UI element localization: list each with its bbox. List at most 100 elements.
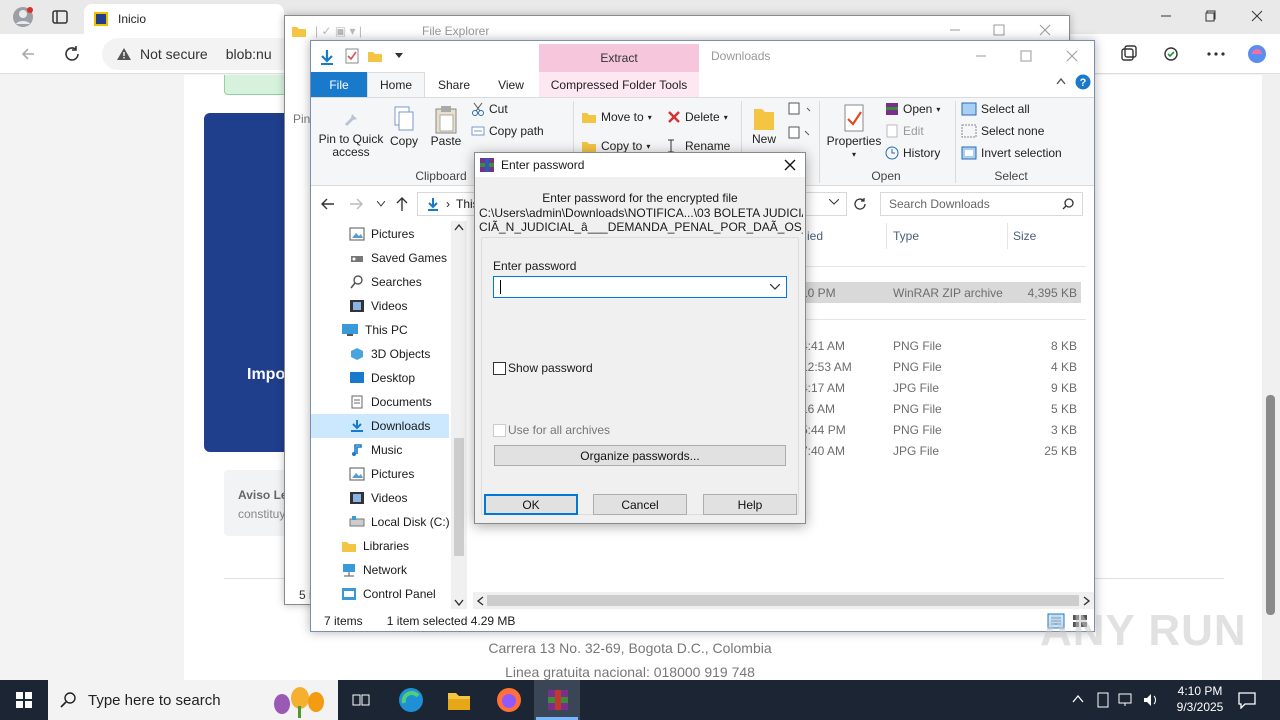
- edge-taskbar-icon[interactable]: [398, 687, 424, 713]
- address-bar[interactable]: Not secure blob:nu: [102, 38, 302, 70]
- minimize-icon[interactable]: [1160, 10, 1172, 22]
- file-row[interactable]: 16 AM PNG File 5 KB: [801, 398, 1081, 419]
- copy-to-button[interactable]: Copy to ▾: [581, 139, 650, 153]
- help-icon[interactable]: ?: [1075, 74, 1091, 90]
- explorer-minimize-icon[interactable]: [975, 50, 987, 62]
- tree-item-desktop[interactable]: Desktop: [349, 366, 466, 390]
- tree-item-videos[interactable]: Videos: [349, 294, 466, 318]
- show-password-checkbox[interactable]: Show password: [493, 361, 593, 375]
- tree-item-documents[interactable]: Documents: [349, 390, 466, 414]
- back-close-icon[interactable]: [1039, 24, 1051, 36]
- nav-up-icon[interactable]: [395, 196, 409, 212]
- copy-path-button[interactable]: Copy path: [471, 124, 544, 138]
- extensions-icon[interactable]: [1163, 45, 1183, 63]
- organize-passwords-button[interactable]: Organize passwords...: [494, 445, 786, 466]
- properties-button[interactable]: Properties ▾: [825, 103, 883, 161]
- task-view-icon[interactable]: [352, 692, 370, 708]
- list-scroll-thumb[interactable]: [487, 595, 1079, 606]
- paste-button[interactable]: Paste: [427, 105, 465, 148]
- tray-device-icon[interactable]: [1096, 692, 1110, 708]
- delete-button[interactable]: Delete ▾: [667, 110, 728, 124]
- scroll-left-icon[interactable]: [476, 596, 484, 606]
- newfolder-qat-icon[interactable]: [367, 49, 383, 63]
- cut-button[interactable]: Cut: [471, 102, 508, 116]
- tree-item-network[interactable]: Network: [341, 558, 466, 582]
- select-all-button[interactable]: Select all: [961, 102, 1030, 116]
- tree-item-this-pc[interactable]: This PC: [341, 318, 466, 342]
- password-input[interactable]: [493, 276, 787, 298]
- network-tray-icon[interactable]: [1118, 692, 1136, 708]
- chevron-down-icon[interactable]: [770, 284, 780, 290]
- select-none-button[interactable]: Select none: [961, 124, 1044, 138]
- cancel-button[interactable]: Cancel: [593, 494, 687, 515]
- tree-item-saved-games[interactable]: Saved Games: [349, 246, 466, 270]
- back-arrow-icon[interactable]: [20, 46, 36, 62]
- scroll-up-icon[interactable]: [454, 223, 464, 231]
- tree-item-downloads[interactable]: Downloads: [311, 414, 449, 438]
- tree-item-pictures[interactable]: Pictures: [349, 222, 466, 246]
- nav-scroll-thumb[interactable]: [454, 438, 464, 556]
- new-folder-button[interactable]: New: [747, 103, 781, 146]
- extract-context-tab[interactable]: Extract: [539, 44, 699, 72]
- tab-view[interactable]: View: [483, 72, 539, 97]
- restore-icon[interactable]: [1205, 10, 1217, 22]
- column-date-modified[interactable]: ied: [807, 223, 823, 249]
- move-to-button[interactable]: Move to ▾: [581, 110, 652, 124]
- tree-item-libraries[interactable]: Libraries: [341, 534, 466, 558]
- more-menu-icon[interactable]: [1207, 52, 1225, 56]
- tree-item-control-panel[interactable]: Control Panel: [341, 582, 466, 606]
- collections-icon[interactable]: [1120, 45, 1138, 63]
- pin-quick-access-button[interactable]: Pin to Quick access: [315, 105, 387, 159]
- file-explorer-taskbar-icon[interactable]: [447, 689, 471, 711]
- tab-file[interactable]: File: [311, 72, 367, 97]
- history-button[interactable]: History: [885, 146, 940, 160]
- easy-access-icon[interactable]: [787, 125, 813, 141]
- taskbar-clock[interactable]: 4:10 PM 9/3/2025: [1160, 683, 1240, 715]
- tray-chevron-up-icon[interactable]: [1072, 694, 1084, 704]
- tree-item-searches[interactable]: Searches: [349, 270, 466, 294]
- tab-share[interactable]: Share: [429, 72, 479, 97]
- ribbon-collapse-icon[interactable]: [1056, 77, 1066, 85]
- file-row[interactable]: 5:44 PM PNG File 3 KB: [801, 419, 1081, 440]
- recent-locations-icon[interactable]: [377, 201, 385, 207]
- copy-button[interactable]: Copy: [387, 105, 421, 148]
- firefox-taskbar-icon[interactable]: [496, 687, 522, 713]
- tree-item-3d-objects[interactable]: 3D Objects: [349, 342, 466, 366]
- help-button[interactable]: Help: [703, 494, 797, 515]
- tree-item-videos-2[interactable]: Videos: [349, 486, 466, 510]
- search-box[interactable]: Search Downloads: [880, 192, 1083, 216]
- tree-item-pictures-2[interactable]: Pictures: [349, 462, 466, 486]
- tree-item-music[interactable]: Music: [349, 438, 466, 462]
- close-icon[interactable]: [1251, 10, 1263, 22]
- nav-forward-icon[interactable]: [349, 197, 363, 211]
- rename-button[interactable]: Rename: [667, 139, 730, 153]
- browser-tab-inicio[interactable]: Inicio: [84, 4, 284, 34]
- enter-password-dialog[interactable]: Enter password Enter password for the en…: [474, 152, 806, 524]
- checkbox-box[interactable]: [493, 361, 506, 375]
- properties-qat-icon[interactable]: [345, 48, 359, 64]
- refresh-folder-icon[interactable]: [853, 197, 867, 211]
- edit-button[interactable]: Edit: [885, 124, 924, 138]
- list-horizontal-scrollbar[interactable]: [473, 592, 1094, 609]
- ok-button[interactable]: OK: [484, 494, 578, 515]
- column-type[interactable]: Type: [893, 223, 919, 249]
- notification-icon[interactable]: [1238, 691, 1256, 709]
- explorer-maximize-icon[interactable]: [1020, 50, 1032, 62]
- tab-compressed-folder-tools[interactable]: Compressed Folder Tools: [539, 72, 699, 97]
- nav-back-icon[interactable]: [321, 197, 335, 211]
- tab-home[interactable]: Home: [367, 72, 425, 97]
- profile-avatar[interactable]: [12, 6, 34, 28]
- windows-start-icon[interactable]: [16, 692, 32, 708]
- file-row[interactable]: 4:41 AM PNG File 8 KB: [801, 335, 1081, 356]
- tab-actions-icon[interactable]: [52, 9, 68, 25]
- open-button[interactable]: Open ▾: [885, 102, 940, 116]
- new-item-icon[interactable]: [787, 101, 813, 117]
- dialog-close-icon[interactable]: [784, 159, 796, 171]
- back-minimize-icon[interactable]: [949, 24, 961, 36]
- refresh-icon[interactable]: [63, 45, 81, 63]
- nav-scrollbar[interactable]: [451, 221, 467, 609]
- back-maximize-icon[interactable]: [993, 24, 1005, 36]
- copilot-icon[interactable]: [1247, 44, 1267, 64]
- volume-icon[interactable]: [1142, 692, 1160, 708]
- explorer-close-icon[interactable]: [1066, 50, 1078, 62]
